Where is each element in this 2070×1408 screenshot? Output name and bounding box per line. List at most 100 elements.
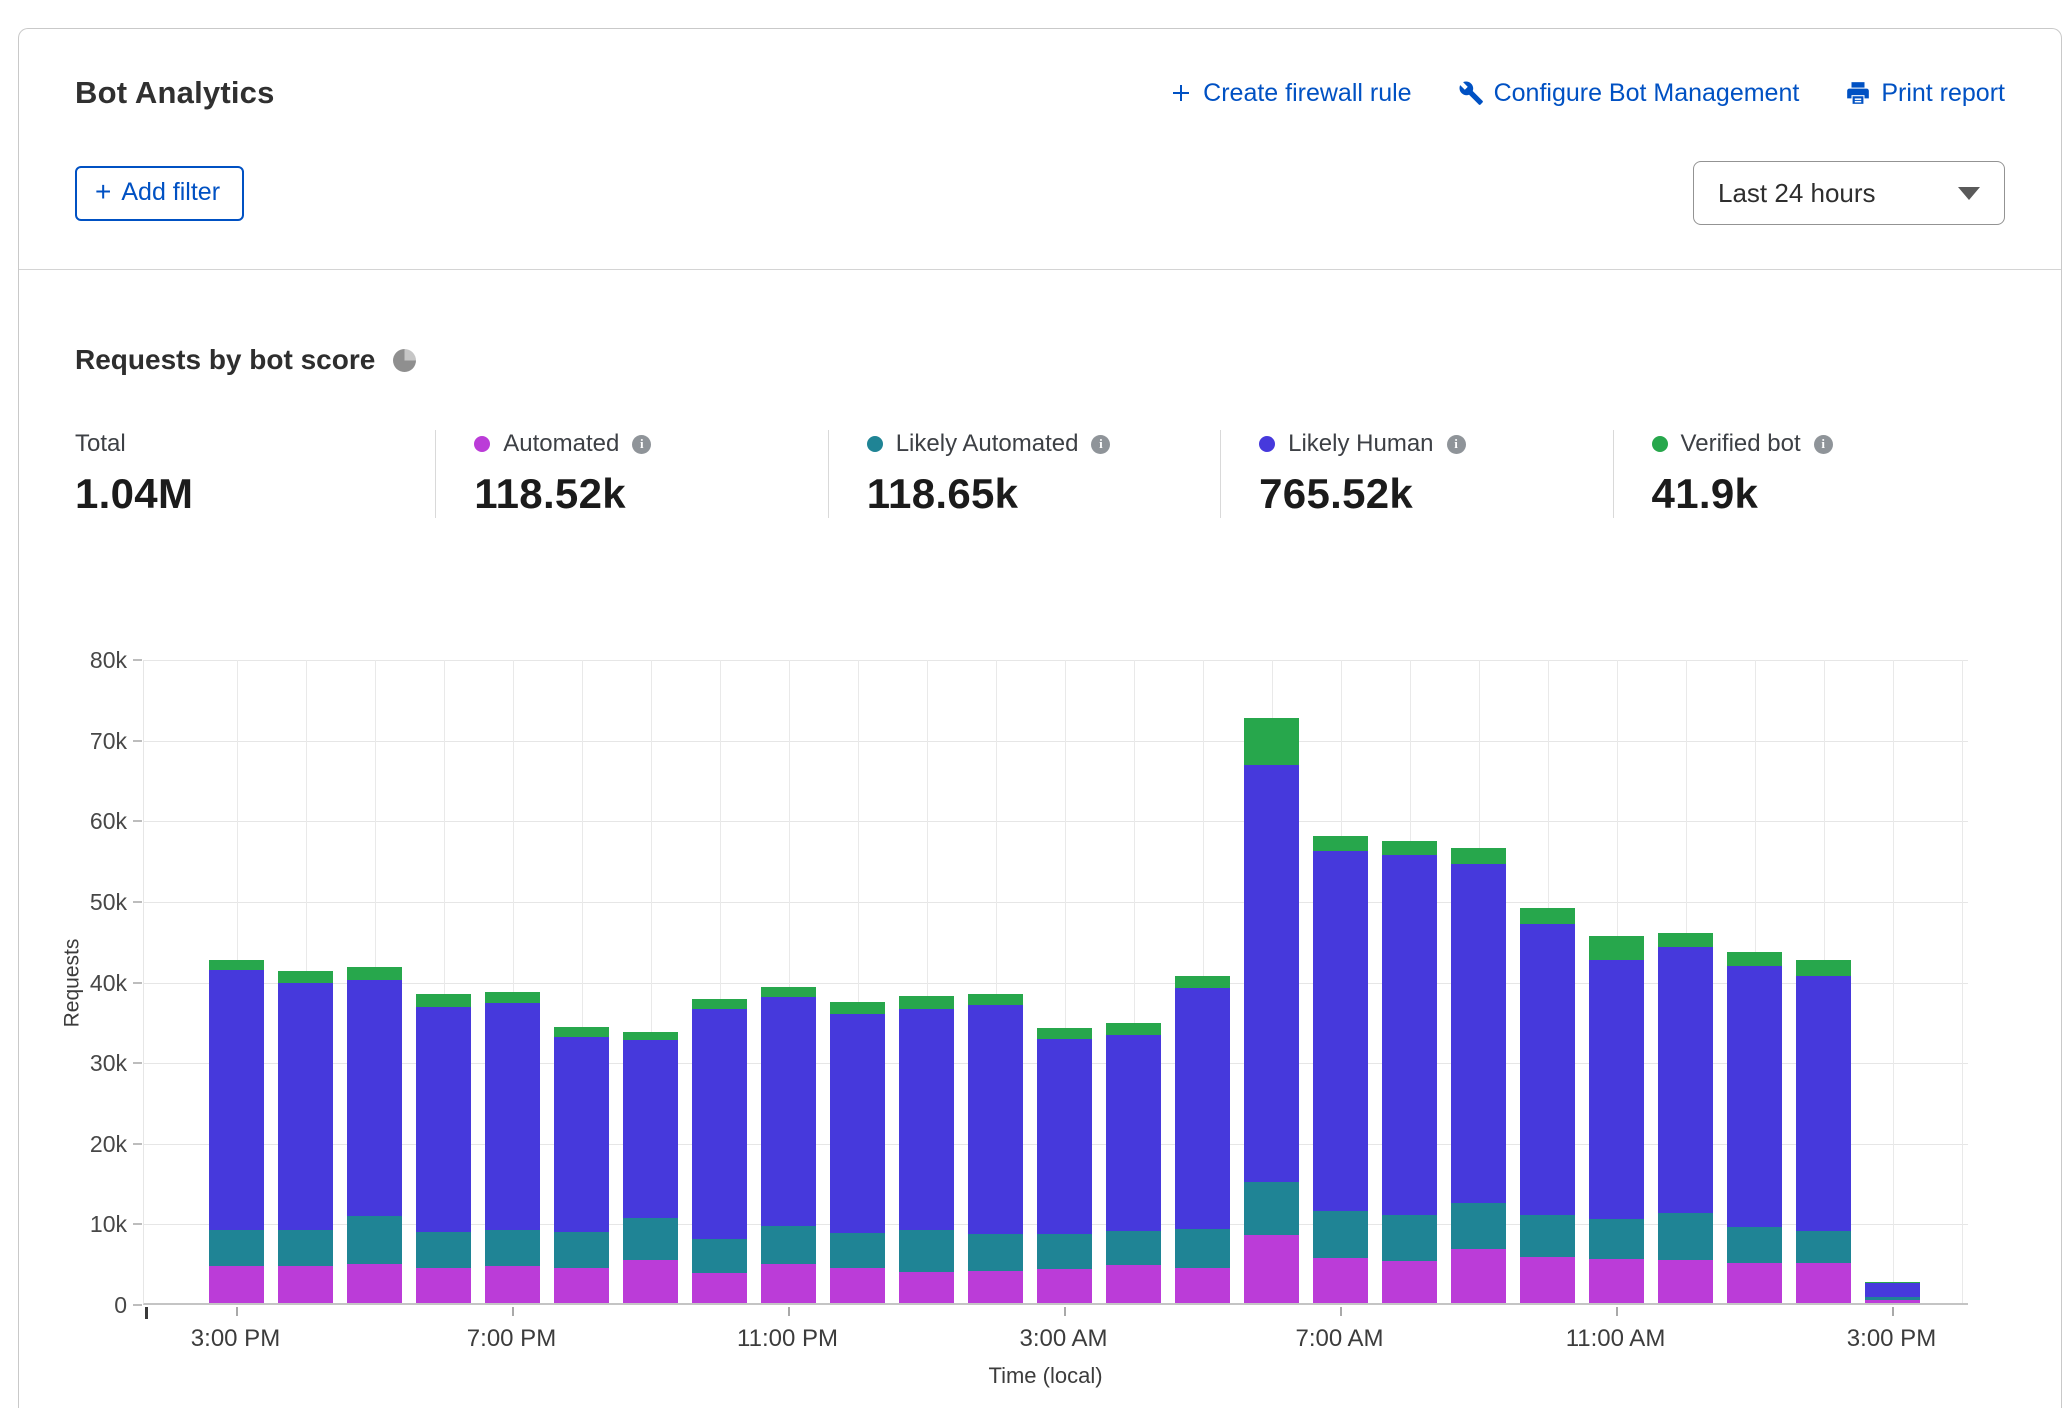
bar-segment-verified-bot: [278, 971, 333, 983]
chart-bar: [1451, 848, 1506, 1303]
x-axis-label: 7:00 PM: [467, 1325, 556, 1353]
bar-segment-automated: [554, 1268, 609, 1304]
bar-segment-verified-bot: [1520, 908, 1575, 924]
bar-segment-automated: [1175, 1268, 1230, 1304]
bar-segment-verified-bot: [1727, 952, 1782, 967]
chart-bar: [1313, 836, 1368, 1303]
x-axis-tick: [788, 1307, 790, 1316]
chart-bar: [347, 967, 402, 1303]
y-axis-label: 50k: [55, 889, 127, 916]
bar-segment-likely-automated: [1796, 1231, 1851, 1262]
bar-segment-automated: [1451, 1249, 1506, 1303]
bar-segment-verified-bot: [1589, 936, 1644, 960]
bar-segment-likely-human: [1382, 855, 1437, 1215]
bar-segment-automated: [1520, 1257, 1575, 1303]
chart-bar: [1037, 1028, 1092, 1303]
chart-bar: [1658, 933, 1713, 1303]
y-axis-tick: [133, 1304, 142, 1306]
y-axis-tick: [133, 982, 142, 984]
plot-area: [143, 660, 1968, 1305]
bar-segment-automated: [830, 1268, 885, 1303]
bar-segment-likely-human: [278, 983, 333, 1231]
x-axis-label: 3:00 PM: [1847, 1325, 1936, 1353]
y-axis-label: 30k: [55, 1050, 127, 1077]
bar-segment-verified-bot: [1313, 836, 1368, 851]
y-axis-label: 60k: [55, 808, 127, 835]
bar-segment-verified-bot: [968, 994, 1023, 1005]
bar-segment-likely-automated: [278, 1230, 333, 1266]
bar-segment-likely-automated: [1244, 1182, 1299, 1235]
bar-segment-automated: [485, 1266, 540, 1303]
bar-segment-automated: [209, 1266, 264, 1303]
bar-segment-verified-bot: [1658, 933, 1713, 948]
bar-segment-likely-automated: [1589, 1219, 1644, 1259]
gridline-vertical: [1893, 660, 1894, 1303]
chart-bar: [692, 999, 747, 1303]
bar-segment-automated: [1313, 1258, 1368, 1303]
bar-segment-likely-human: [1865, 1283, 1920, 1298]
bar-segment-automated: [761, 1264, 816, 1303]
bar-segment-automated: [1382, 1261, 1437, 1303]
bar-segment-automated: [1244, 1235, 1299, 1303]
bar-segment-likely-automated: [1382, 1215, 1437, 1261]
bar-segment-likely-automated: [1175, 1229, 1230, 1268]
x-axis-label: 11:00 AM: [1566, 1325, 1666, 1353]
chart-bar: [623, 1032, 678, 1303]
bar-segment-likely-automated: [1658, 1213, 1713, 1261]
bar-segment-automated: [1658, 1260, 1713, 1303]
chart-bar: [830, 1002, 885, 1303]
x-axis-tick: [512, 1307, 514, 1316]
bar-segment-automated: [416, 1268, 471, 1303]
bar-segment-likely-automated: [485, 1230, 540, 1266]
bar-segment-verified-bot: [1451, 848, 1506, 864]
x-axis-tick: [1064, 1307, 1066, 1316]
chart-bar: [1727, 952, 1782, 1303]
y-axis-tick: [133, 659, 142, 661]
bar-segment-likely-human: [1589, 960, 1644, 1219]
gridline-vertical: [1962, 660, 1963, 1303]
bar-segment-verified-bot: [1382, 841, 1437, 855]
bar-segment-verified-bot: [1244, 718, 1299, 766]
bar-segment-likely-automated: [1106, 1231, 1161, 1265]
chart-bar: [1520, 908, 1575, 1303]
chart-bar: [416, 994, 471, 1303]
bar-segment-verified-bot: [761, 987, 816, 998]
bar-segment-likely-human: [830, 1014, 885, 1233]
chart-bar: [1796, 960, 1851, 1303]
bar-segment-likely-human: [968, 1005, 1023, 1235]
bar-segment-likely-automated: [968, 1234, 1023, 1270]
gridline-horizontal: [144, 821, 1968, 822]
bar-segment-likely-automated: [1313, 1211, 1368, 1258]
bar-segment-automated: [1106, 1265, 1161, 1303]
bar-segment-likely-human: [416, 1007, 471, 1232]
bar-segment-likely-human: [1313, 851, 1368, 1211]
bar-segment-automated: [1796, 1263, 1851, 1303]
chart-bar: [1175, 976, 1230, 1303]
bar-segment-verified-bot: [485, 992, 540, 1003]
chart-bar: [761, 987, 816, 1303]
chart-bar: [1589, 936, 1644, 1303]
bar-segment-likely-human: [1451, 864, 1506, 1203]
chart-bar: [1382, 841, 1437, 1303]
bar-segment-verified-bot: [416, 994, 471, 1007]
bar-segment-likely-automated: [416, 1232, 471, 1268]
bar-segment-likely-automated: [347, 1216, 402, 1264]
x-axis-label: 11:00 PM: [737, 1325, 838, 1353]
gridline-horizontal: [144, 902, 1968, 903]
bar-segment-likely-human: [1037, 1039, 1092, 1235]
y-axis-label: 10k: [55, 1211, 127, 1238]
bar-segment-automated: [692, 1273, 747, 1303]
bar-segment-automated: [278, 1266, 333, 1303]
bar-segment-likely-human: [554, 1037, 609, 1232]
y-axis-tick: [133, 1223, 142, 1225]
bar-segment-likely-human: [1796, 976, 1851, 1232]
bar-segment-likely-automated: [554, 1232, 609, 1268]
bar-segment-likely-automated: [1727, 1227, 1782, 1263]
chart-bar: [554, 1027, 609, 1303]
chart-bar: [209, 960, 264, 1303]
chart-bar: [1244, 718, 1299, 1303]
bar-segment-likely-automated: [1451, 1203, 1506, 1249]
chart-bar: [899, 996, 954, 1303]
bar-segment-likely-human: [692, 1009, 747, 1239]
x-axis-title: Time (local): [988, 1363, 1102, 1389]
